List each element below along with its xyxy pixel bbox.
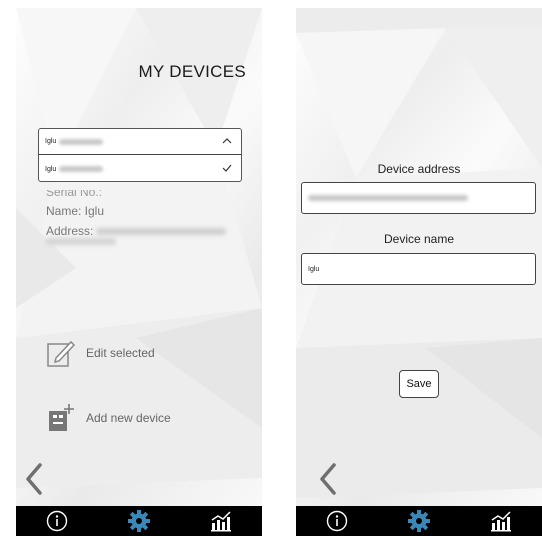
- bottom-navigation: [296, 506, 542, 536]
- edit-icon: [47, 340, 76, 367]
- settings-button[interactable]: [407, 509, 431, 533]
- device-select[interactable]: Iglu Iglu: [38, 128, 242, 182]
- redacted-text: [46, 238, 116, 245]
- device-name-value: Iglu: [308, 265, 320, 273]
- device-select-current[interactable]: Iglu: [39, 129, 241, 155]
- info-icon: [326, 510, 348, 532]
- edit-selected-button[interactable]: Edit selected: [46, 338, 155, 368]
- info-icon: [46, 510, 68, 532]
- device-option-label: Iglu: [45, 165, 57, 173]
- device-name-line: Name: Iglu: [46, 204, 105, 218]
- back-arrow-icon[interactable]: [318, 463, 338, 495]
- edit-device-screen: Device address Device name Iglu Save: [296, 8, 542, 536]
- device-name-field[interactable]: Iglu: [301, 253, 536, 285]
- device-option[interactable]: Iglu: [39, 156, 241, 182]
- device-address-label: Address:: [46, 224, 94, 238]
- redacted-text: [59, 138, 104, 145]
- back-arrow-icon[interactable]: [24, 463, 44, 495]
- chart-icon: [491, 511, 511, 532]
- settings-button[interactable]: [127, 509, 151, 533]
- bottom-navigation: [16, 506, 262, 536]
- redacted-text: [308, 195, 468, 201]
- device-address-field[interactable]: [301, 182, 536, 214]
- add-new-device-button[interactable]: Add new device: [46, 403, 171, 433]
- page-title: MY DEVICES: [138, 62, 246, 81]
- device-select-current-label: Iglu: [45, 138, 57, 145]
- gear-icon: [128, 510, 150, 532]
- info-button[interactable]: [45, 509, 69, 533]
- chevron-up-icon[interactable]: [221, 135, 233, 147]
- device-name-heading: Device name: [383, 232, 455, 246]
- info-button[interactable]: [325, 509, 349, 533]
- my-devices-screen: MY DEVICES Iglu Iglu Serial No.: Name: I…: [16, 8, 262, 536]
- save-button[interactable]: Save: [399, 370, 439, 398]
- statistics-button[interactable]: [489, 509, 513, 533]
- edit-selected-label: Edit selected: [86, 346, 155, 360]
- redacted-text: [96, 228, 227, 236]
- statistics-button[interactable]: [209, 509, 233, 533]
- add-new-device-label: Add new device: [86, 411, 171, 425]
- add-device-icon: [49, 404, 74, 431]
- checkmark-icon: [222, 164, 232, 172]
- gear-icon: [408, 510, 430, 532]
- redacted-text: [59, 166, 104, 172]
- device-address-line: Address:: [46, 224, 227, 238]
- background-pattern: [16, 8, 262, 488]
- chart-icon: [211, 511, 231, 532]
- device-address-heading: Device address: [377, 162, 461, 176]
